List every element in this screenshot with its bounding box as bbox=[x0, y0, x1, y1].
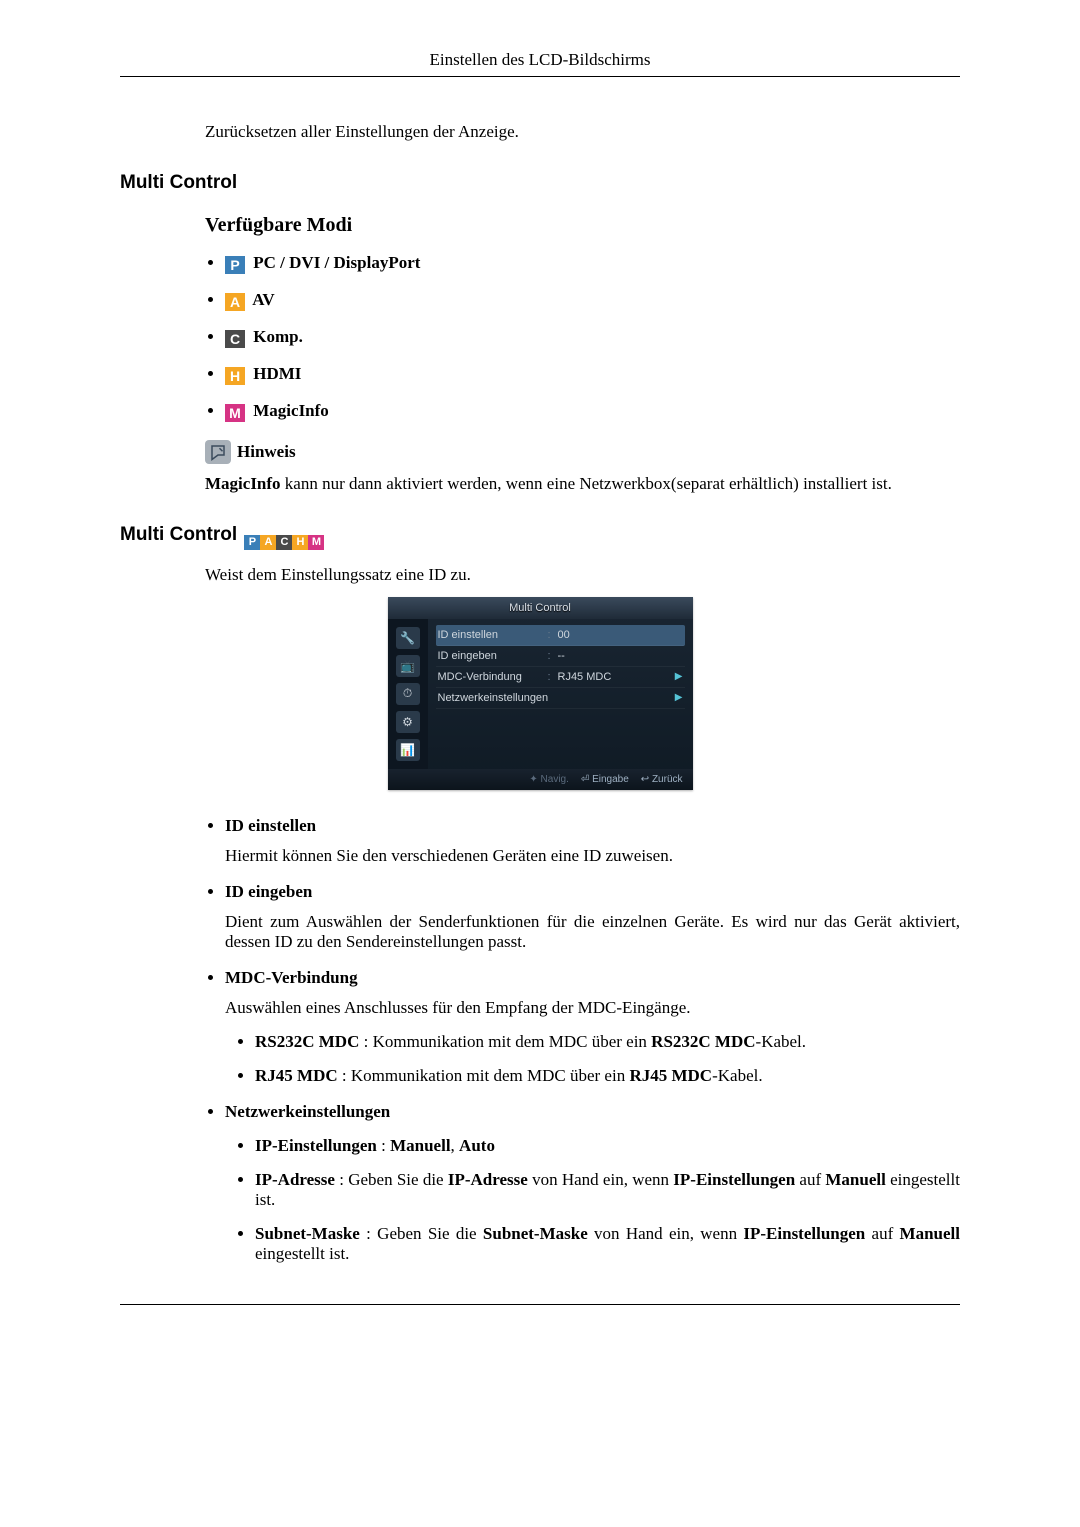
osd-label: Netzwerkeinstellungen bbox=[438, 692, 675, 704]
intro-text: Zurücksetzen aller Einstellungen der Anz… bbox=[205, 122, 960, 142]
def-netzwerk: Netzwerkeinstellungen IP-Einstellungen :… bbox=[225, 1102, 960, 1264]
osd-main: ID einstellen : 00 ID eingeben : -- MDC-… bbox=[428, 619, 693, 769]
hint-prefix: MagicInfo bbox=[205, 474, 281, 493]
osd-footer-back: ↩ Zurück bbox=[641, 774, 683, 785]
def-title: Netzwerkeinstellungen bbox=[225, 1102, 960, 1122]
osd-footer-enter: ⏎ Eingabe bbox=[581, 774, 629, 785]
mode-c-icon: C bbox=[225, 330, 245, 348]
inline-m-icon: M bbox=[308, 535, 324, 550]
section-title-text: Multi Control bbox=[120, 524, 237, 545]
osd-colon: : bbox=[548, 650, 558, 662]
mode-label: HDMI bbox=[249, 364, 301, 383]
def-title: MDC-Verbindung bbox=[225, 968, 960, 988]
section2-lead: Weist dem Einstellungssatz eine ID zu. bbox=[205, 565, 960, 585]
osd-side-icon-2: 📺 bbox=[396, 655, 420, 677]
osd-side-icon-5: 📊 bbox=[396, 739, 420, 761]
osd-colon: : bbox=[548, 671, 558, 683]
chevron-right-icon: ▶ bbox=[675, 671, 683, 682]
def-body: Dient zum Auswählen der Senderfunktionen… bbox=[225, 912, 960, 952]
mode-a-icon: A bbox=[225, 293, 245, 311]
osd-label: MDC-Verbindung bbox=[438, 671, 548, 683]
osd-value: 00 bbox=[558, 629, 683, 641]
def-mdc-verbindung: MDC-Verbindung Auswählen eines Anschluss… bbox=[225, 968, 960, 1086]
hint-label: Hinweis bbox=[237, 442, 296, 462]
osd-sidebar: 🔧 📺 ⏱ ⚙ 📊 bbox=[388, 619, 428, 769]
mode-m-icon: M bbox=[225, 404, 245, 422]
def-title: ID einstellen bbox=[225, 816, 960, 836]
mode-label: AV bbox=[249, 290, 275, 309]
subdefs-list: IP-Einstellungen : Manuell, Auto IP-Adre… bbox=[255, 1136, 960, 1264]
hint-rest: kann nur dann aktiviert werden, wenn ein… bbox=[281, 474, 892, 493]
subdef-ip-address: IP-Adresse : Geben Sie die IP-Adresse vo… bbox=[255, 1170, 960, 1210]
mode-item-pc: P PC / DVI / DisplayPort bbox=[225, 253, 960, 274]
def-body: Auswählen eines Anschlusses für den Empf… bbox=[225, 998, 960, 1018]
header-rule bbox=[120, 76, 960, 77]
mode-label: Komp. bbox=[249, 327, 303, 346]
hint-text: MagicInfo kann nur dann aktiviert werden… bbox=[205, 474, 960, 494]
osd-panel: Multi Control 🔧 📺 ⏱ ⚙ 📊 ID einstellen : … bbox=[388, 597, 693, 790]
osd-label: ID einstellen bbox=[438, 629, 548, 641]
subdef-ip-settings: IP-Einstellungen : Manuell, Auto bbox=[255, 1136, 960, 1156]
mode-item-magicinfo: M MagicInfo bbox=[225, 401, 960, 422]
osd-side-icon-4: ⚙ bbox=[396, 711, 420, 733]
mode-h-icon: H bbox=[225, 367, 245, 385]
section-multi-control-heading: Multi Control bbox=[120, 172, 960, 194]
osd-side-icon-3: ⏱ bbox=[396, 683, 420, 705]
subdef-rs232c: RS232C MDC : Kommunikation mit dem MDC ü… bbox=[255, 1032, 960, 1052]
modes-list: P PC / DVI / DisplayPort A AV C Komp. H … bbox=[225, 253, 960, 422]
mode-item-komp: C Komp. bbox=[225, 327, 960, 348]
hint-row: Hinweis bbox=[205, 440, 960, 464]
note-icon bbox=[205, 440, 231, 464]
inline-a-icon: A bbox=[260, 535, 276, 550]
osd-row-network: Netzwerkeinstellungen ▶ bbox=[436, 688, 685, 709]
mode-p-icon: P bbox=[225, 256, 245, 274]
inline-c-icon: C bbox=[276, 535, 292, 550]
osd-row-mdc: MDC-Verbindung : RJ45 MDC ▶ bbox=[436, 667, 685, 688]
osd-colon: : bbox=[548, 629, 558, 641]
inline-p-icon: P bbox=[244, 535, 260, 550]
osd-footer: ✦ Navig. ⏎ Eingabe ↩ Zurück bbox=[388, 769, 693, 790]
osd-body: 🔧 📺 ⏱ ⚙ 📊 ID einstellen : 00 ID eingeben… bbox=[388, 619, 693, 769]
osd-label: ID eingeben bbox=[438, 650, 548, 662]
subdef-subnet: Subnet-Maske : Geben Sie die Subnet-Mask… bbox=[255, 1224, 960, 1264]
osd-footer-nav: ✦ Navig. bbox=[529, 774, 569, 785]
osd-screenshot: Multi Control 🔧 📺 ⏱ ⚙ 📊 ID einstellen : … bbox=[120, 597, 960, 790]
def-id-einstellen: ID einstellen Hiermit können Sie den ver… bbox=[225, 816, 960, 866]
osd-value: -- bbox=[558, 650, 683, 662]
section-multi-control-2-heading: Multi Control PACHM bbox=[120, 524, 960, 550]
footer-rule bbox=[120, 1304, 960, 1305]
mode-item-hdmi: H HDMI bbox=[225, 364, 960, 385]
def-id-eingeben: ID eingeben Dient zum Auswählen der Send… bbox=[225, 882, 960, 952]
document-page: Einstellen des LCD-Bildschirms Zurückset… bbox=[0, 0, 1080, 1365]
def-body: Hiermit können Sie den verschiedenen Ger… bbox=[225, 846, 960, 866]
osd-row-id-einstellen: ID einstellen : 00 bbox=[436, 625, 685, 646]
mode-label: PC / DVI / DisplayPort bbox=[249, 253, 420, 272]
osd-value: RJ45 MDC bbox=[558, 671, 675, 683]
subdef-rj45: RJ45 MDC : Kommunikation mit dem MDC übe… bbox=[255, 1066, 960, 1086]
chevron-right-icon: ▶ bbox=[675, 692, 683, 703]
mode-item-av: A AV bbox=[225, 290, 960, 311]
inline-h-icon: H bbox=[292, 535, 308, 550]
def-title: ID eingeben bbox=[225, 882, 960, 902]
subdefs-list: RS232C MDC : Kommunikation mit dem MDC ü… bbox=[255, 1032, 960, 1086]
mode-label: MagicInfo bbox=[249, 401, 329, 420]
definitions-list: ID einstellen Hiermit können Sie den ver… bbox=[225, 816, 960, 1264]
mode-icons-inline: PACHM bbox=[244, 527, 324, 550]
osd-side-icon-1: 🔧 bbox=[396, 627, 420, 649]
page-header-title: Einstellen des LCD-Bildschirms bbox=[120, 50, 960, 70]
osd-row-id-eingeben: ID eingeben : -- bbox=[436, 646, 685, 667]
available-modes-heading: Verfügbare Modi bbox=[205, 214, 960, 237]
osd-title: Multi Control bbox=[388, 597, 693, 619]
